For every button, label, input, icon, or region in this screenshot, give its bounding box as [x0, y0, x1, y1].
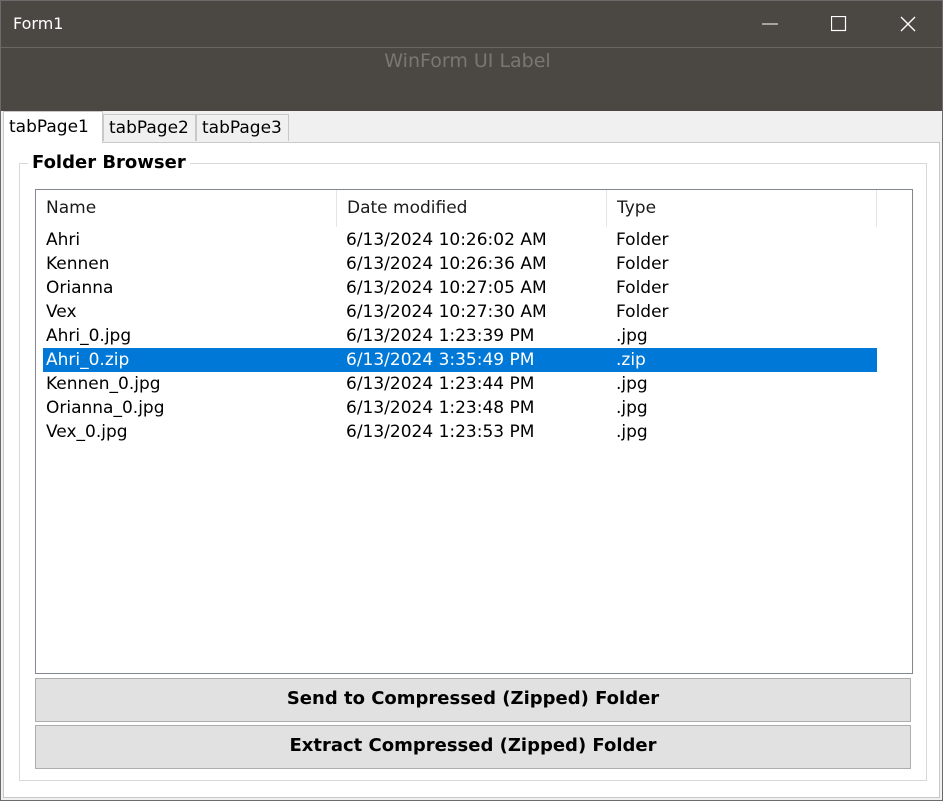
tab-panel: Folder Browser Name Date modified Type A… [3, 142, 940, 798]
minimize-icon [762, 23, 778, 25]
tab-tabpage1[interactable]: tabPage1 [3, 111, 103, 143]
tab-tabpage2[interactable]: tabPage2 [103, 114, 196, 141]
folder-browser-group: Folder Browser Name Date modified Type A… [19, 152, 927, 781]
item-type: .jpg [616, 326, 648, 346]
item-date: 6/13/2024 1:23:39 PM [346, 326, 535, 346]
list-item[interactable]: Orianna_0.jpg 6/13/2024 1:23:48 PM .jpg [43, 396, 877, 420]
title-bar[interactable]: Form1 [1, 1, 942, 47]
column-header-name[interactable]: Name [36, 190, 337, 227]
list-item[interactable]: Ahri 6/13/2024 10:26:02 AM Folder [43, 228, 877, 252]
list-item[interactable]: Vex_0.jpg 6/13/2024 1:23:53 PM .jpg [43, 420, 877, 444]
item-date: 6/13/2024 3:35:49 PM [346, 350, 535, 370]
list-item-selected[interactable]: Ahri_0.zip 6/13/2024 3:35:49 PM .zip [43, 348, 877, 372]
item-date: 6/13/2024 10:26:36 AM [346, 254, 547, 274]
group-title: Folder Browser [28, 152, 190, 174]
item-name: Orianna [46, 278, 114, 298]
item-name: Vex [46, 302, 77, 322]
list-item[interactable]: Kennen_0.jpg 6/13/2024 1:23:44 PM .jpg [43, 372, 877, 396]
item-name: Vex_0.jpg [46, 422, 128, 442]
maximize-icon [831, 16, 847, 32]
minimize-button[interactable] [735, 1, 805, 47]
list-item[interactable]: Vex 6/13/2024 10:27:30 AM Folder [43, 300, 877, 324]
close-button[interactable] [873, 1, 943, 47]
list-item[interactable]: Orianna 6/13/2024 10:27:05 AM Folder [43, 276, 877, 300]
item-name: Ahri [46, 230, 81, 250]
tab-tabpage3[interactable]: tabPage3 [196, 114, 289, 141]
item-type: Folder [616, 302, 669, 322]
item-date: 6/13/2024 1:23:48 PM [346, 398, 535, 418]
header-panel: WinForm UI Label [1, 47, 942, 111]
item-type: Folder [616, 254, 669, 274]
column-header-date-modified[interactable]: Date modified [337, 190, 607, 227]
maximize-button[interactable] [804, 1, 874, 47]
item-name: Ahri_0.jpg [46, 326, 132, 346]
column-header-type[interactable]: Type [607, 190, 877, 227]
form-window: Form1 WinForm UI Label tabPage1 tabPage2… [0, 0, 943, 801]
item-type: .zip [616, 350, 646, 370]
item-name: Orianna_0.jpg [46, 398, 165, 418]
item-type: Folder [616, 230, 669, 250]
item-date: 6/13/2024 10:26:02 AM [346, 230, 547, 250]
item-type: Folder [616, 278, 669, 298]
file-list[interactable]: Name Date modified Type Ahri 6/13/2024 1… [35, 189, 913, 674]
tab-strip: tabPage1 tabPage2 tabPage3 [1, 111, 942, 143]
list-item[interactable]: Kennen 6/13/2024 10:26:36 AM Folder [43, 252, 877, 276]
item-date: 6/13/2024 10:27:05 AM [346, 278, 547, 298]
close-icon [900, 16, 916, 32]
item-type: .jpg [616, 422, 648, 442]
item-type: .jpg [616, 398, 648, 418]
list-header: Name Date modified Type [36, 190, 912, 227]
extract-compressed-button[interactable]: Extract Compressed (Zipped) Folder [35, 725, 911, 769]
winform-ui-label: WinForm UI Label [384, 50, 551, 72]
item-type: .jpg [616, 374, 648, 394]
item-date: 6/13/2024 10:27:30 AM [346, 302, 547, 322]
item-name: Kennen [46, 254, 110, 274]
send-to-compressed-button[interactable]: Send to Compressed (Zipped) Folder [35, 678, 911, 722]
item-name: Kennen_0.jpg [46, 374, 161, 394]
item-name: Ahri_0.zip [46, 350, 130, 370]
item-date: 6/13/2024 1:23:44 PM [346, 374, 535, 394]
window-title: Form1 [13, 14, 64, 33]
list-item[interactable]: Ahri_0.jpg 6/13/2024 1:23:39 PM .jpg [43, 324, 877, 348]
item-date: 6/13/2024 1:23:53 PM [346, 422, 535, 442]
